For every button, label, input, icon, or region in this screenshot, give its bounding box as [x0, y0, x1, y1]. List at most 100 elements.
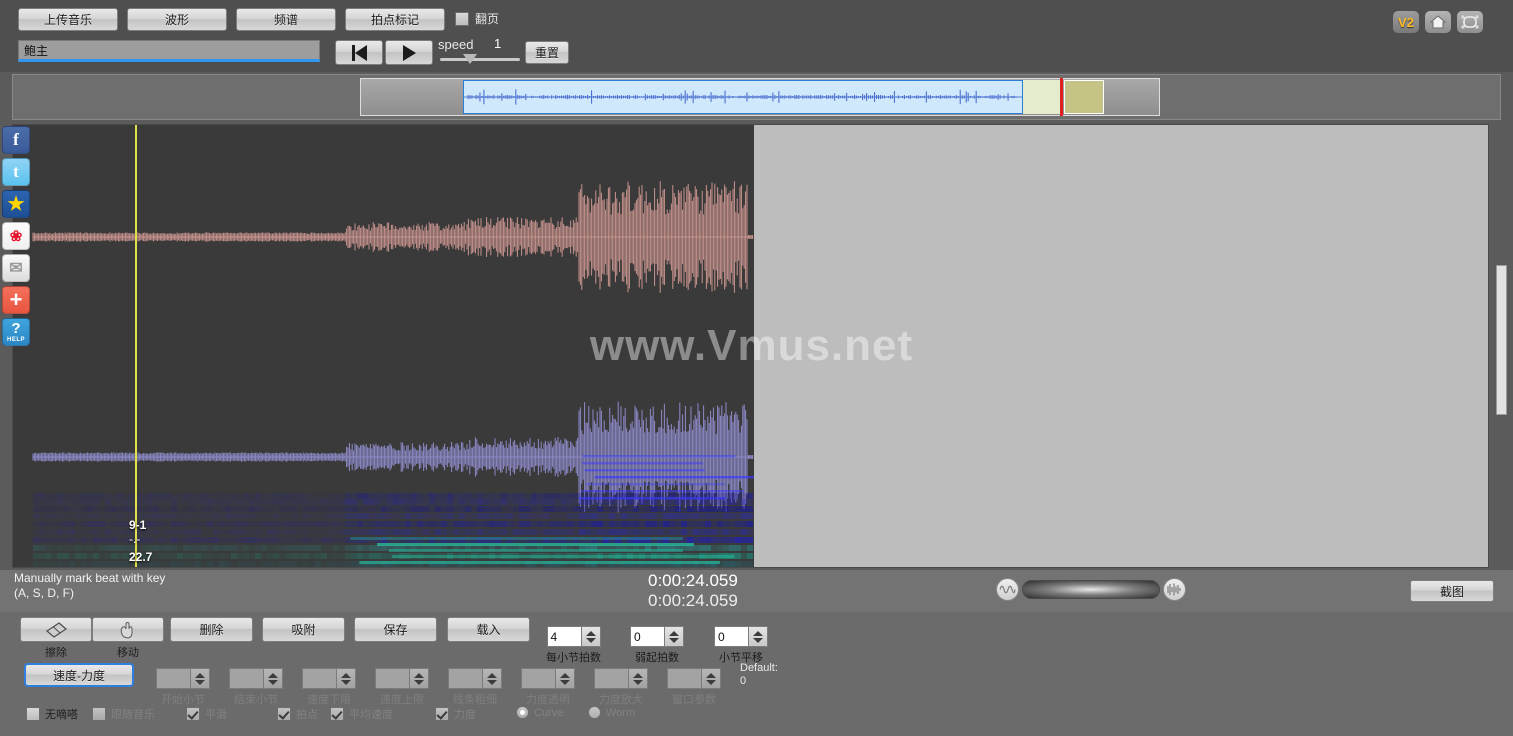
average-tempo-check-group[interactable]: 平均速度 — [330, 706, 393, 722]
beat-points-check-group[interactable]: 拍点 — [277, 706, 318, 722]
speed-slider-thumb[interactable] — [463, 54, 477, 64]
load-button[interactable]: 载入 — [447, 617, 530, 642]
no-tick-check-group[interactable]: 无嘀嗒 — [26, 706, 78, 722]
follow-music-checkbox[interactable] — [92, 707, 106, 721]
dynamics-gain-spinner[interactable]: 力度放大 — [594, 668, 648, 707]
tempo-max-spinner[interactable]: 速度上限 — [375, 668, 429, 707]
speed-slider-track[interactable] — [440, 58, 520, 61]
tempo-min-spinner[interactable]: 速度下限 — [302, 668, 356, 707]
overview-playhead[interactable] — [1060, 78, 1063, 116]
page-turn-checkbox-group[interactable]: 翻页 — [455, 10, 499, 27]
track-title-input[interactable] — [18, 40, 320, 62]
dynamics-opacity-spinner[interactable]: 力度透明 — [521, 668, 575, 707]
move-tool-group[interactable]: 移动 — [92, 617, 164, 660]
prev-button[interactable] — [335, 40, 383, 65]
empty-canvas-region[interactable] — [755, 125, 1488, 567]
qzone-star-icon[interactable]: ★ — [2, 190, 30, 218]
tempo-min-stepper[interactable] — [336, 668, 356, 689]
end-measure-value[interactable] — [229, 668, 263, 689]
curve-radio-group[interactable]: Curve — [516, 706, 563, 719]
playhead-cursor[interactable] — [135, 125, 137, 567]
spectrum-button[interactable]: 频谱 — [236, 8, 336, 31]
zoom-slider[interactable] — [1022, 580, 1160, 599]
beats-per-measure-stepper[interactable] — [580, 626, 601, 647]
dynamics-gain-stepper[interactable] — [628, 668, 648, 689]
delete-button[interactable]: 删除 — [170, 617, 253, 642]
snap-button[interactable]: 吸附 — [262, 617, 345, 642]
dynamics-label: 力度 — [454, 709, 476, 721]
page-turn-checkbox[interactable] — [455, 11, 469, 26]
overview-timeline[interactable] — [360, 78, 1160, 116]
erase-tool-group[interactable]: 擦除 — [20, 617, 92, 660]
dynamics-gain-value[interactable] — [594, 668, 628, 689]
dynamics-opacity-value[interactable] — [521, 668, 555, 689]
reset-button[interactable]: 重置 — [525, 41, 569, 64]
tempo-min-value[interactable] — [302, 668, 336, 689]
no-tick-checkbox[interactable] — [26, 707, 40, 721]
start-measure-spinner[interactable]: 开始小节 — [156, 668, 210, 707]
worm-radio-group[interactable]: Worm — [588, 706, 635, 719]
average-tempo-checkbox[interactable] — [330, 707, 344, 721]
tempo-max-value[interactable] — [375, 668, 409, 689]
curve-radio[interactable] — [516, 706, 529, 719]
dynamics-check-group[interactable]: 力度 — [435, 706, 476, 722]
email-icon[interactable]: ✉ — [2, 254, 30, 282]
waveform-spectrogram-panel[interactable]: 9-1 -.- 22.7 — [13, 125, 754, 567]
tempo-max-stepper[interactable] — [409, 668, 429, 689]
worm-radio[interactable] — [588, 706, 601, 719]
dynamics-checkbox[interactable] — [435, 707, 449, 721]
share-more-icon[interactable]: + — [2, 286, 30, 314]
vertical-scrollbar[interactable] — [1496, 265, 1507, 415]
facebook-icon[interactable]: f — [2, 126, 30, 154]
line-thickness-stepper[interactable] — [482, 668, 502, 689]
follow-music-check-group[interactable]: 跟随音乐 — [92, 706, 155, 722]
beats-per-measure-spinner[interactable]: 4 每小节拍数 — [546, 626, 601, 665]
save-button[interactable]: 保存 — [354, 617, 437, 642]
window-param-stepper[interactable] — [701, 668, 721, 689]
line-thickness-spinner[interactable]: 线条粗细 — [448, 668, 502, 707]
window-param-spinner[interactable]: 窗口参数 — [667, 668, 721, 707]
pickup-beats-spinner[interactable]: 0 弱起拍数 — [630, 626, 684, 665]
home-icon[interactable] — [1425, 11, 1451, 33]
overview-selection[interactable] — [463, 80, 1023, 114]
upload-music-button[interactable]: 上传音乐 — [18, 8, 118, 31]
beat-points-label: 拍点 — [296, 709, 318, 721]
start-measure-stepper[interactable] — [190, 668, 210, 689]
speed-dynamics-button[interactable]: 速度-力度 — [24, 663, 134, 687]
line-thickness-value[interactable] — [448, 668, 482, 689]
screenshot-button[interactable]: 截图 — [1410, 580, 1494, 602]
weibo-icon[interactable]: ❀ — [2, 222, 30, 250]
twitter-icon[interactable]: t — [2, 158, 30, 186]
measure-shift-value[interactable]: 0 — [714, 626, 748, 647]
window-param-value[interactable] — [667, 668, 701, 689]
erase-tool-button[interactable] — [20, 617, 92, 642]
smooth-label: 平滑 — [205, 709, 227, 721]
pickup-beats-stepper[interactable] — [664, 626, 684, 647]
status-bar — [0, 570, 1513, 612]
version-badge[interactable]: V2 — [1393, 11, 1419, 33]
average-tempo-label: 平均速度 — [349, 709, 393, 721]
overview-loop-region[interactable] — [1023, 80, 1061, 114]
dynamics-opacity-stepper[interactable] — [555, 668, 575, 689]
smooth-checkbox[interactable] — [186, 707, 200, 721]
fullscreen-icon[interactable] — [1457, 11, 1483, 33]
main-canvas[interactable]: 9-1 -.- 22.7 www.Vmus.net — [12, 124, 1489, 568]
start-measure-value[interactable] — [156, 668, 190, 689]
waveform-dense-icon[interactable] — [1163, 578, 1186, 601]
beat-mark-button[interactable]: 拍点标记 — [345, 8, 445, 31]
help-icon[interactable]: ? HELP — [2, 318, 30, 346]
beat-points-checkbox[interactable] — [277, 707, 291, 721]
move-tool-button[interactable] — [92, 617, 164, 642]
measure-shift-spinner[interactable]: 0 小节平移 — [714, 626, 768, 665]
line-thickness-label: 线条粗细 — [453, 694, 497, 706]
beats-per-measure-value[interactable]: 4 — [546, 626, 581, 647]
waveform-button[interactable]: 波形 — [127, 8, 227, 31]
measure-shift-stepper[interactable] — [748, 626, 768, 647]
smooth-check-group[interactable]: 平滑 — [186, 706, 227, 722]
pickup-beats-value[interactable]: 0 — [630, 626, 664, 647]
waveform-wide-icon[interactable] — [996, 578, 1019, 601]
overview-highlight-region[interactable] — [1064, 80, 1104, 114]
end-measure-stepper[interactable] — [263, 668, 283, 689]
end-measure-spinner[interactable]: 结束小节 — [229, 668, 283, 707]
play-button[interactable] — [385, 40, 433, 65]
